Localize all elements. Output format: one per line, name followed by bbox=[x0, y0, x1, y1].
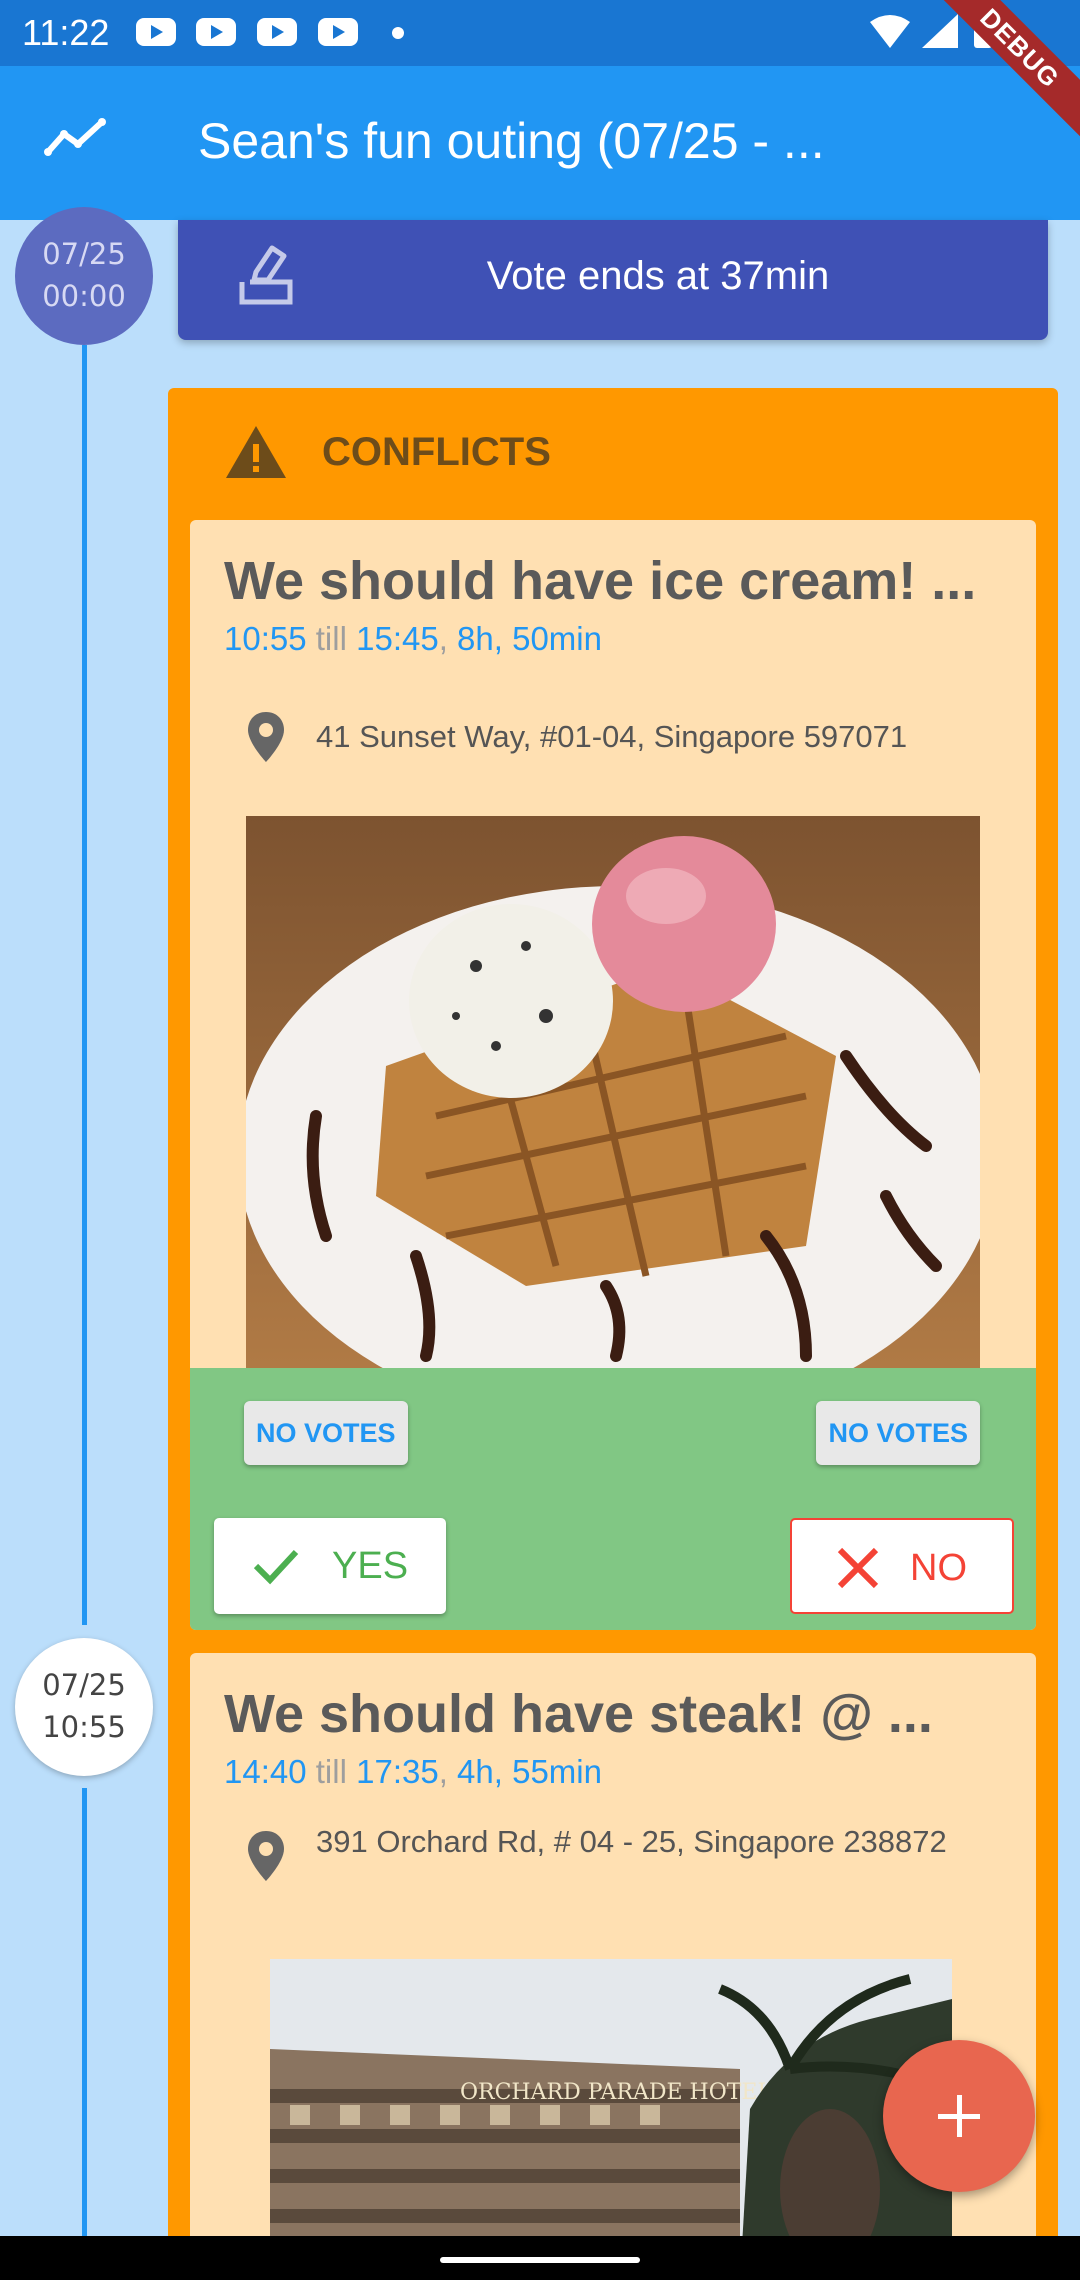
event-title: We should have steak! @ ... bbox=[224, 1684, 933, 1744]
location-pin-icon bbox=[248, 712, 284, 762]
status-bar: 11:22 bbox=[0, 0, 1080, 66]
event-title: We should have ice cream! ... bbox=[224, 551, 977, 611]
home-gesture-handle[interactable] bbox=[440, 2257, 640, 2263]
event-start-time: 10:55 bbox=[224, 620, 307, 657]
yes-votes-chip[interactable]: NO VOTES bbox=[244, 1401, 408, 1465]
time-separator: , bbox=[438, 620, 448, 657]
event-card[interactable]: We should have ice cream! ... 10:55 till… bbox=[190, 520, 1036, 1630]
navigation-bar bbox=[0, 2236, 1080, 2280]
battery-icon bbox=[974, 14, 992, 48]
check-icon bbox=[253, 1549, 299, 1585]
more-notifications-dot-icon bbox=[392, 27, 404, 39]
event-duration: 8h, 50min bbox=[457, 620, 602, 657]
conflicts-label: CONFLICTS bbox=[322, 430, 551, 474]
youtube-notification-icon bbox=[196, 18, 236, 46]
vote-deadline-text: Vote ends at 37min bbox=[486, 254, 830, 298]
youtube-notification-icon bbox=[257, 18, 297, 46]
till-label: till bbox=[315, 1753, 347, 1790]
event-photo: ORCHARD PARADE HOTEL bbox=[270, 1959, 952, 2280]
vote-area: NO VOTES NO VOTES YES NO bbox=[190, 1368, 1036, 1630]
event-end-time: 17:35 bbox=[356, 1753, 439, 1790]
signal-icon bbox=[922, 14, 958, 48]
marker-date: 07/25 bbox=[42, 1668, 126, 1702]
timeline-line bbox=[82, 345, 87, 1625]
close-icon bbox=[837, 1547, 879, 1589]
event-end-time: 15:45 bbox=[356, 620, 439, 657]
marker-time: 00:00 bbox=[42, 279, 126, 313]
timeline-marker: 07/25 10:55 bbox=[15, 1638, 153, 1776]
till-label: till bbox=[315, 620, 347, 657]
yes-label: YES bbox=[332, 1545, 409, 1587]
time-separator: , bbox=[438, 1753, 448, 1790]
event-time: 14:40 till 17:35, 4h, 55min bbox=[224, 1753, 602, 1791]
location-pin-icon bbox=[248, 1831, 284, 1881]
youtube-notification-icon bbox=[136, 18, 176, 46]
no-votes-chip[interactable]: NO VOTES bbox=[816, 1401, 980, 1465]
status-time: 11:22 bbox=[22, 12, 110, 53]
marker-time: 10:55 bbox=[42, 1710, 126, 1744]
marker-date: 07/25 bbox=[42, 237, 126, 271]
page-title: Sean's fun outing (07/25 - ... bbox=[198, 113, 825, 169]
warning-icon bbox=[226, 426, 286, 478]
no-label: NO bbox=[910, 1547, 967, 1589]
conflicts-panel: CONFLICTS We should have ice cream! ... … bbox=[168, 388, 1058, 2280]
vote-banner[interactable]: Vote ends at 37min bbox=[178, 220, 1048, 340]
event-address: 391 Orchard Rd, # 04 - 25, Singapore 238… bbox=[316, 1824, 947, 1859]
timeline-icon[interactable] bbox=[44, 114, 108, 164]
event-address: 41 Sunset Way, #01-04, Singapore 597071 bbox=[316, 719, 908, 754]
wifi-icon bbox=[870, 15, 910, 48]
event-duration: 4h, 55min bbox=[457, 1753, 602, 1790]
app-bar: Sean's fun outing (07/25 - ... bbox=[0, 66, 1080, 220]
youtube-notification-icon bbox=[318, 18, 358, 46]
system-status-icons bbox=[870, 14, 992, 48]
timeline-marker: 07/25 00:00 bbox=[15, 207, 153, 345]
add-event-button[interactable] bbox=[883, 2040, 1035, 2192]
vote-yes-button[interactable]: YES bbox=[214, 1518, 446, 1614]
event-card[interactable]: We should have steak! @ ... 14:40 till 1… bbox=[190, 1653, 1036, 2280]
hotel-sign-text: ORCHARD PARADE HOTEL bbox=[460, 2080, 772, 2105]
timeline-line bbox=[82, 1788, 87, 2236]
event-photo bbox=[246, 816, 980, 1368]
vote-no-button[interactable]: NO bbox=[790, 1518, 1014, 1614]
event-start-time: 14:40 bbox=[224, 1753, 307, 1790]
event-time: 10:55 till 15:45, 8h, 50min bbox=[224, 620, 602, 658]
